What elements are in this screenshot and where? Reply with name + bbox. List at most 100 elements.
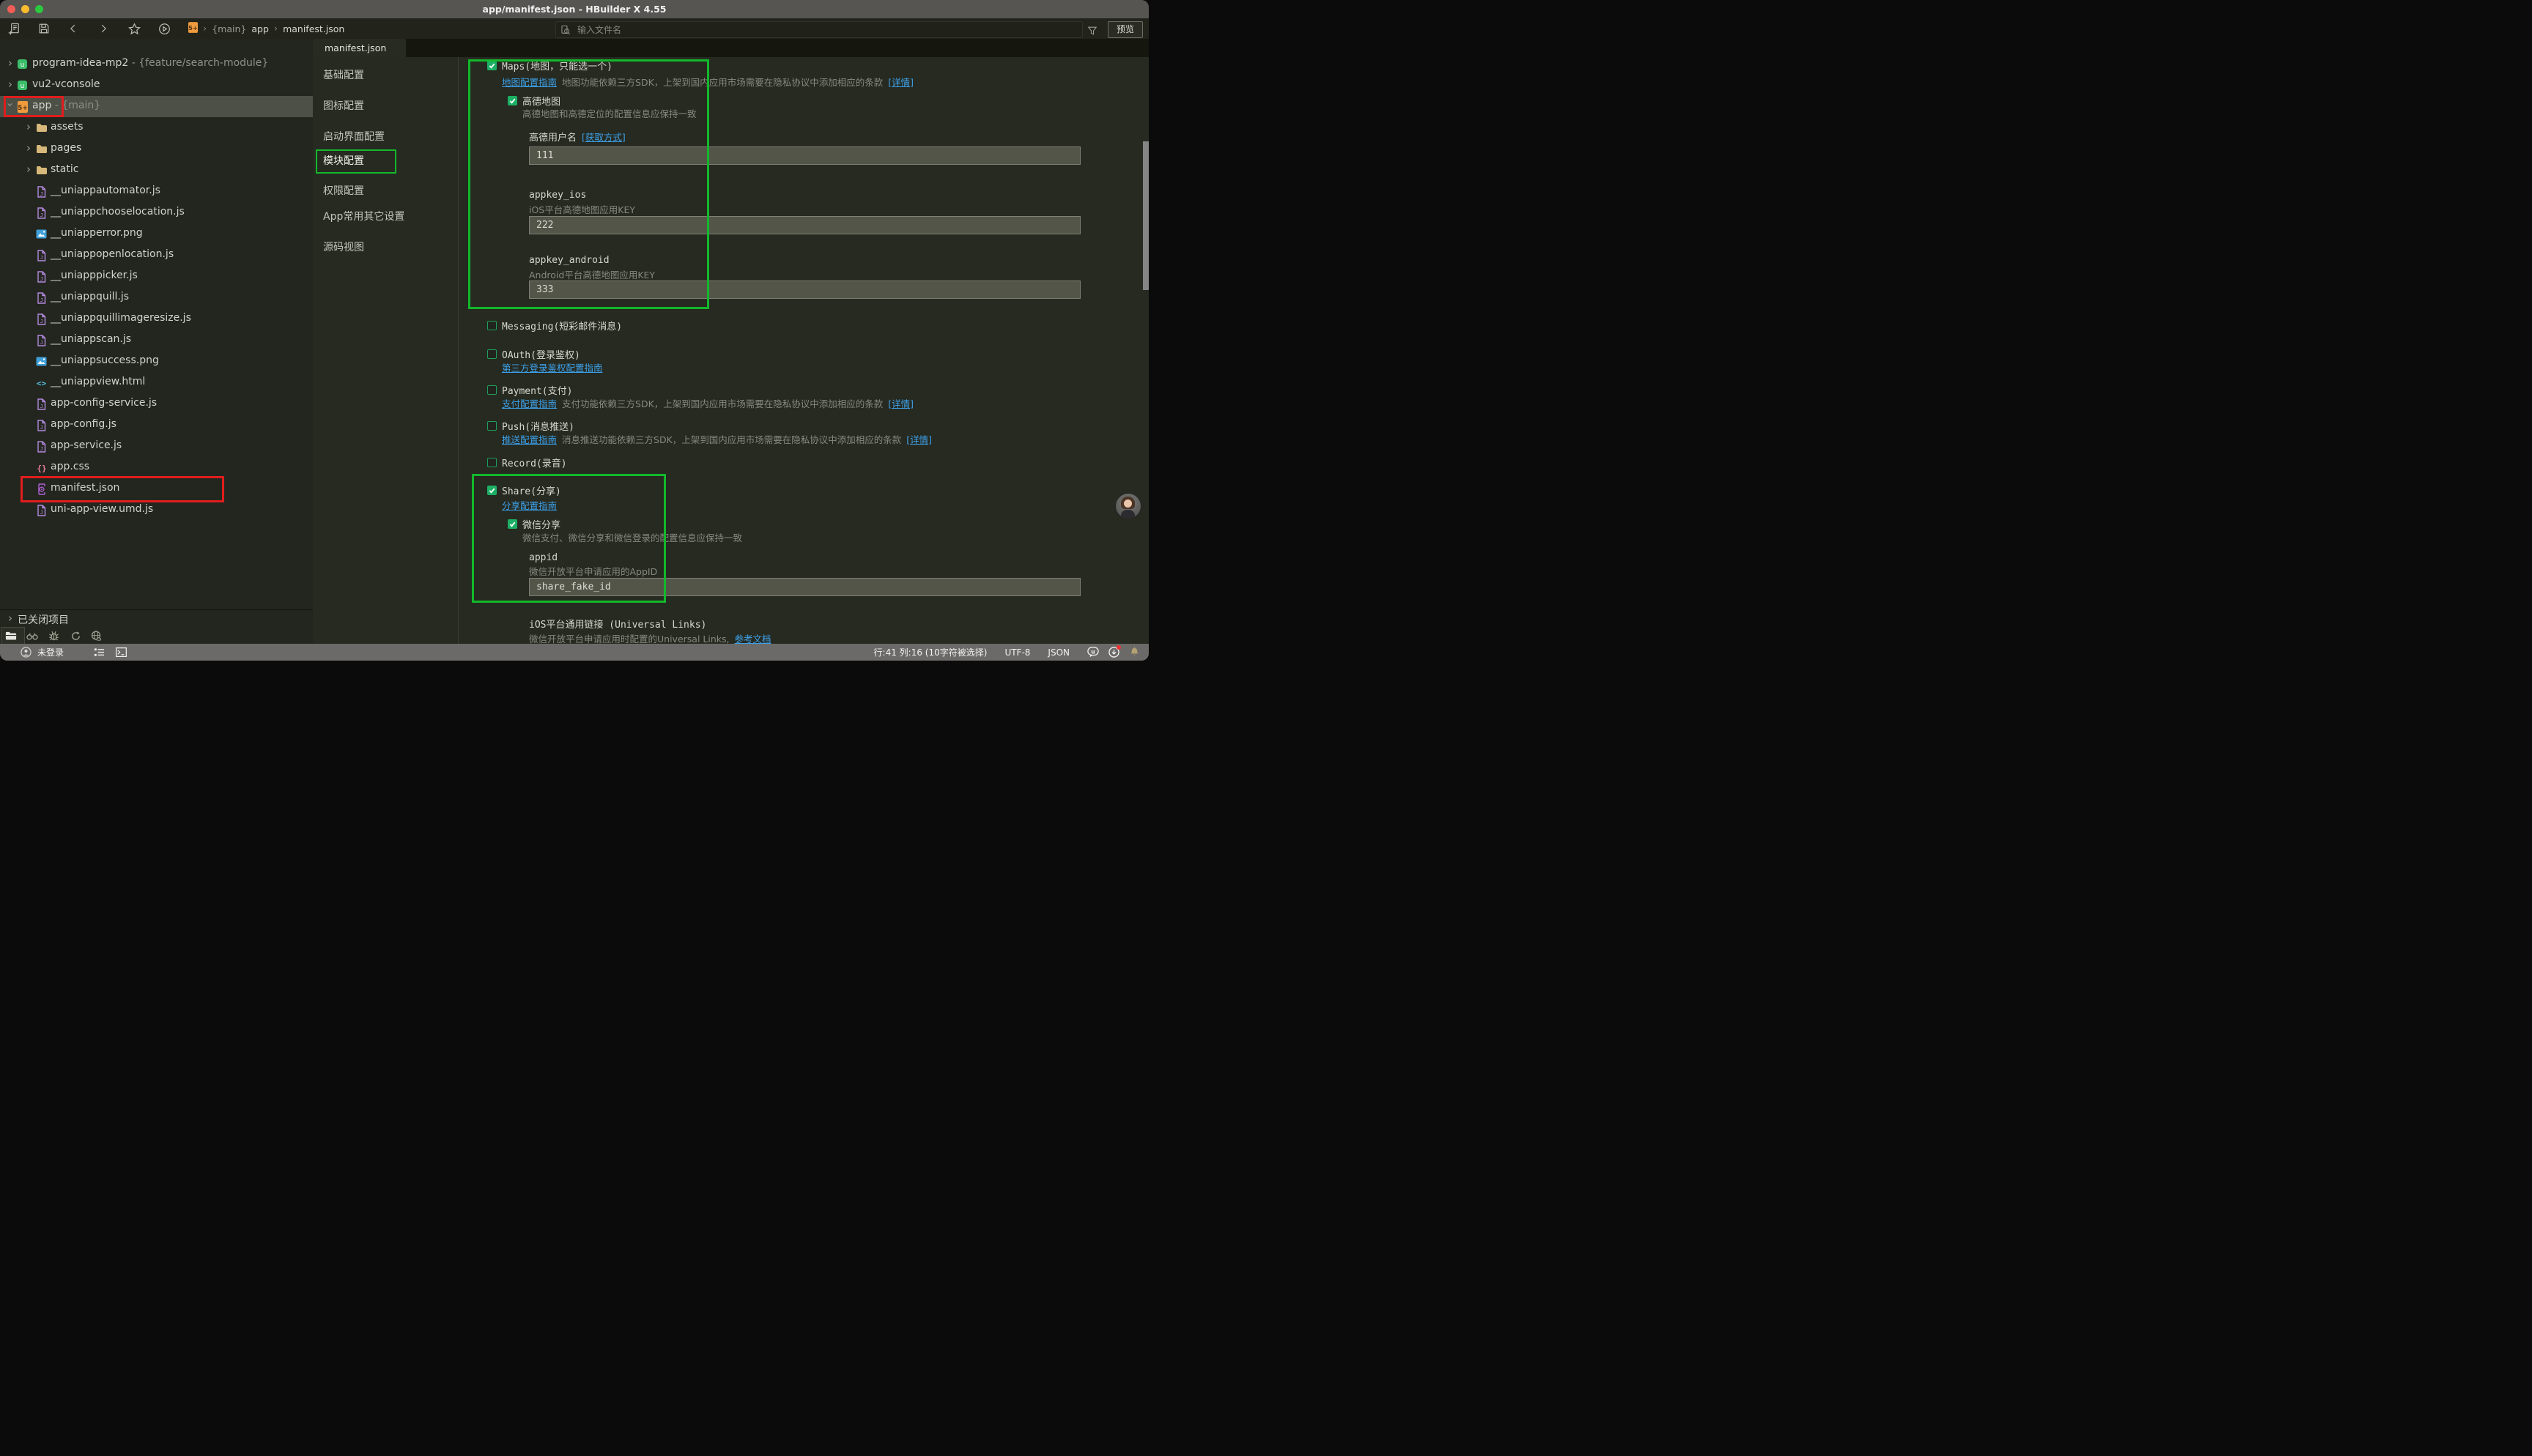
notification-bell-icon[interactable] [1129, 647, 1140, 658]
appkey-android-input[interactable] [529, 281, 1081, 299]
terminal-icon[interactable] [116, 647, 127, 657]
tree-item-__uniapppicker.js[interactable]: J__uniapppicker.js [0, 266, 313, 287]
tree-item-__uniappquillimageresize.js[interactable]: J__uniappquillimageresize.js [0, 308, 313, 330]
chevron-right-icon[interactable]: › [24, 120, 33, 133]
tree-item-vu2-vconsole[interactable]: ›uvu2-vconsole [0, 75, 313, 96]
amap-user-input[interactable] [529, 146, 1081, 165]
chevron-right-icon[interactable]: › [6, 612, 15, 625]
filter-funnel-icon[interactable] [1085, 23, 1100, 38]
wechat-share-checkbox[interactable] [508, 519, 517, 529]
appid-input[interactable] [529, 578, 1081, 596]
breadcrumb-file[interactable]: manifest.json [283, 23, 344, 34]
cursor-position-label[interactable]: 行:41 列:16 (10字符被选择) [874, 646, 988, 658]
push-checkbox[interactable] [487, 421, 497, 431]
debug-bug-icon[interactable] [48, 630, 59, 642]
tree-item-uni-app-view.umd.js[interactable]: Juni-app-view.umd.js [0, 499, 313, 521]
encoding-label[interactable]: UTF-8 [1004, 647, 1030, 658]
search-binoculars-icon[interactable] [26, 630, 38, 642]
payment-detail-link[interactable]: [详情] [888, 396, 914, 410]
language-mode-label[interactable]: JSON [1048, 647, 1070, 658]
appid-desc: 微信开放平台申请应用的AppID [529, 564, 657, 578]
forward-icon[interactable] [96, 21, 111, 36]
push-guide-link[interactable]: 推送配置指南 [502, 432, 557, 446]
tree-item-app.css[interactable]: {}app.css [0, 457, 313, 478]
config-nav-item-7[interactable]: 源码视图 [323, 239, 364, 256]
chevron-right-icon[interactable]: › [6, 78, 15, 91]
config-nav-item-1[interactable]: 基础配置 [323, 67, 364, 83]
amap-user-howto-link[interactable]: [获取方式] [582, 130, 626, 144]
update-download-icon[interactable] [1108, 647, 1119, 658]
svg-text:J: J [40, 510, 43, 516]
user-account-icon[interactable] [21, 647, 32, 658]
chevron-right-icon[interactable]: › [6, 56, 15, 70]
tree-item-__uniappquill.js[interactable]: J__uniappquill.js [0, 287, 313, 308]
bookmark-star-icon[interactable] [127, 21, 141, 36]
file-search-box[interactable] [555, 21, 1083, 38]
svg-text:5+: 5+ [18, 105, 28, 112]
chevron-down-icon[interactable]: › [4, 100, 17, 109]
tree-item-program-idea-mp2[interactable]: ›uprogram-idea-mp2 - {feature/search-mod… [0, 53, 313, 75]
breadcrumb-project[interactable]: app [251, 23, 269, 34]
config-nav-item-6[interactable]: App常用其它设置 [323, 209, 404, 225]
tree-item-pages[interactable]: ›pages [0, 138, 313, 160]
appkey-ios-input[interactable] [529, 216, 1081, 234]
breadcrumb-branch[interactable]: {main} [212, 23, 246, 34]
tree-item-manifest.json[interactable]: manifest.json [0, 478, 313, 499]
js-icon: J [35, 440, 48, 453]
amap-checkbox[interactable] [508, 96, 517, 105]
share-checkbox[interactable] [487, 486, 497, 495]
amap-desc: 高德地图和高德定位的配置信息应保持一致 [522, 106, 697, 120]
messaging-checkbox[interactable] [487, 321, 497, 330]
globe-cloud-icon[interactable] [91, 630, 103, 642]
svg-text:J: J [40, 319, 43, 324]
config-nav-item-5[interactable]: 权限配置 [323, 183, 364, 199]
oauth-checkbox[interactable] [487, 349, 497, 359]
maps-guide-link[interactable]: 地图配置指南 [502, 75, 557, 89]
preview-button[interactable]: 预览 [1108, 21, 1143, 38]
maps-detail-link[interactable]: [详情] [888, 75, 914, 89]
feedback-bubble-icon[interactable]: u [1087, 647, 1099, 658]
tree-item-assets[interactable]: › assets [0, 117, 313, 138]
save-icon[interactable] [37, 21, 51, 36]
tree-item-__uniappchooselocation.js[interactable]: J__uniappchooselocation.js [0, 202, 313, 223]
folder-panel-icon[interactable] [5, 630, 17, 642]
config-nav-item-2[interactable]: 图标配置 [323, 98, 364, 114]
record-checkbox[interactable] [487, 458, 497, 467]
maps-checkbox[interactable] [487, 61, 497, 70]
back-icon[interactable] [66, 21, 81, 36]
tree-item-app-config.js[interactable]: Japp-config.js [0, 415, 313, 436]
tab-manifest-json[interactable]: manifest.json [313, 39, 406, 57]
share-guide-link[interactable]: 分享配置指南 [502, 498, 557, 512]
chevron-right-icon[interactable]: › [24, 163, 33, 176]
assistant-avatar[interactable] [1115, 493, 1141, 519]
login-status-label[interactable]: 未登录 [37, 646, 64, 658]
search-icon [560, 25, 571, 35]
tree-item-__uniappopenlocation.js[interactable]: J__uniappopenlocation.js [0, 245, 313, 266]
tree-item-app[interactable]: ›5+app - {main} [0, 96, 313, 117]
outline-list-icon[interactable] [94, 647, 105, 657]
appid-desc-row: 微信开放平台申请应用的AppID [529, 564, 657, 578]
config-nav-item-3[interactable]: 启动界面配置 [323, 129, 385, 145]
tree-item-label: assets [51, 121, 84, 133]
tree-item-__uniapperror.png[interactable]: __uniapperror.png [0, 223, 313, 245]
tree-item-app-config-service.js[interactable]: Japp-config-service.js [0, 393, 313, 415]
payment-guide-link[interactable]: 支付配置指南 [502, 396, 557, 410]
push-detail-link[interactable]: [详情] [906, 432, 932, 446]
tree-item-app-service.js[interactable]: Japp-service.js [0, 436, 313, 457]
tree-item-__uniappsuccess.png[interactable]: __uniappsuccess.png [0, 351, 313, 372]
closed-projects-row[interactable]: › 已关闭项目 [0, 609, 313, 628]
new-file-icon[interactable] [7, 21, 21, 36]
tree-item-__uniappscan.js[interactable]: J__uniappscan.js [0, 330, 313, 351]
payment-checkbox[interactable] [487, 385, 497, 395]
run-icon[interactable] [157, 21, 171, 36]
search-input[interactable] [576, 24, 1018, 36]
tree-item-__uniappautomator.js[interactable]: J__uniappautomator.js [0, 181, 313, 202]
scrollbar-thumb[interactable] [1143, 141, 1149, 290]
amap-user-label: 高德用户名 [529, 130, 577, 144]
tree-item-__uniappview.html[interactable]: <>__uniappview.html [0, 372, 313, 393]
chevron-right-icon[interactable]: › [24, 141, 33, 155]
tree-item-static[interactable]: ›static [0, 160, 313, 181]
oauth-guide-link[interactable]: 第三方登录鉴权配置指南 [502, 360, 603, 374]
config-nav-item-4[interactable]: 模块配置 [323, 153, 364, 169]
sync-icon[interactable] [70, 630, 81, 642]
